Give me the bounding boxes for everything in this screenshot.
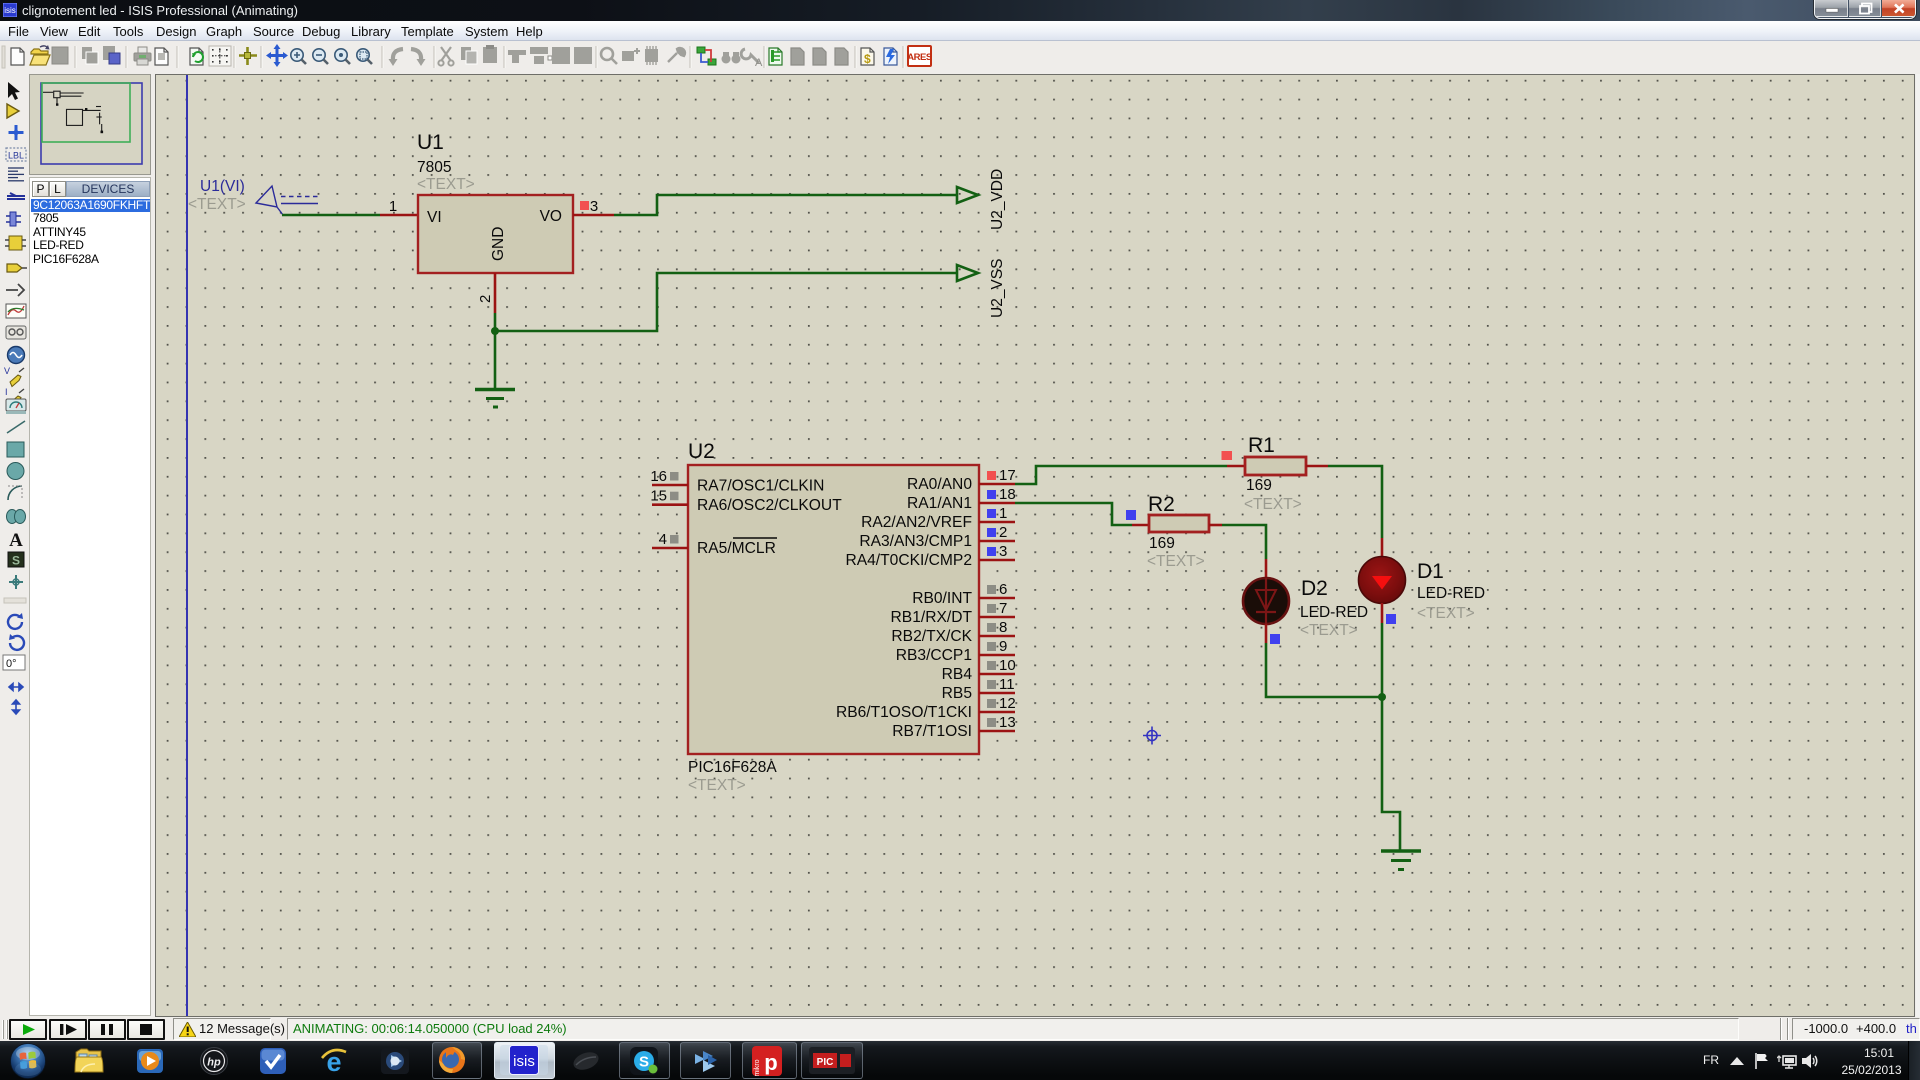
svg-text:V: V bbox=[4, 366, 10, 376]
svg-text:<TEXT>: <TEXT> bbox=[188, 196, 246, 213]
svg-text:VO: VO bbox=[540, 208, 562, 225]
svg-text:7: 7 bbox=[999, 600, 1007, 617]
svg-text:16: 16 bbox=[650, 468, 667, 485]
svg-text:U1(VI): U1(VI) bbox=[200, 178, 245, 195]
svg-text:12: 12 bbox=[999, 695, 1016, 712]
svg-text:RA6/OSC2/CLKOUT: RA6/OSC2/CLKOUT bbox=[697, 497, 842, 514]
svg-text:10: 10 bbox=[999, 657, 1016, 674]
svg-text:R2: R2 bbox=[1148, 493, 1175, 516]
svg-text:U1: U1 bbox=[417, 131, 444, 154]
svg-text:U2: U2 bbox=[688, 440, 715, 463]
svg-text:RB2/TX/CK: RB2/TX/CK bbox=[891, 628, 972, 645]
svg-text:2: 2 bbox=[477, 295, 494, 303]
svg-text:A: A bbox=[9, 530, 23, 551]
svg-text:8: 8 bbox=[999, 619, 1007, 636]
svg-text:RA1/AN1: RA1/AN1 bbox=[907, 495, 972, 512]
svg-text:15: 15 bbox=[650, 488, 667, 505]
svg-text:RB1/RX/DT: RB1/RX/DT bbox=[891, 609, 973, 626]
svg-text:U2_VDD: U2_VDD bbox=[989, 169, 1006, 230]
svg-text:PIC16F628A: PIC16F628A bbox=[688, 759, 777, 776]
svg-text:R1: R1 bbox=[1248, 434, 1275, 457]
svg-text:RA0/AN0: RA0/AN0 bbox=[907, 476, 972, 493]
svg-text:D1: D1 bbox=[1417, 560, 1444, 583]
svg-text:<TEXT>: <TEXT> bbox=[1147, 553, 1205, 570]
svg-text:ARES: ARES bbox=[907, 52, 932, 63]
svg-text:7805: 7805 bbox=[417, 159, 451, 176]
svg-text:1: 1 bbox=[999, 505, 1007, 522]
svg-text:RB6/T1OSO/T1CKI: RB6/T1OSO/T1CKI bbox=[836, 704, 972, 721]
svg-text:hp: hp bbox=[207, 1057, 221, 1069]
svg-text:isis: isis bbox=[4, 6, 16, 15]
svg-text:9: 9 bbox=[999, 638, 1007, 655]
svg-text:S: S bbox=[12, 554, 20, 568]
svg-text:RA4/T0CKI/CMP2: RA4/T0CKI/CMP2 bbox=[845, 552, 972, 569]
svg-text:RA7/OSC1/CLKIN: RA7/OSC1/CLKIN bbox=[697, 478, 824, 495]
svg-text:LED-RED: LED-RED bbox=[1300, 604, 1368, 621]
svg-text:13: 13 bbox=[999, 714, 1016, 731]
svg-text:169: 169 bbox=[1149, 535, 1175, 552]
svg-text:D2: D2 bbox=[1301, 577, 1328, 600]
svg-text:<TEXT>: <TEXT> bbox=[1244, 496, 1302, 513]
svg-text:RB7/T1OSI: RB7/T1OSI bbox=[892, 723, 972, 740]
svg-text:LED-RED: LED-RED bbox=[1417, 585, 1485, 602]
svg-text:1: 1 bbox=[389, 198, 397, 215]
svg-text:6: 6 bbox=[999, 581, 1007, 598]
svg-text:2: 2 bbox=[999, 524, 1007, 541]
svg-text:mikro: mikro bbox=[754, 1059, 761, 1076]
svg-text:<TEXT>: <TEXT> bbox=[1300, 622, 1358, 639]
svg-text:RB4: RB4 bbox=[942, 666, 973, 683]
svg-text:isis: isis bbox=[513, 1053, 535, 1070]
svg-text:LBL: LBL bbox=[8, 151, 24, 161]
svg-text:<TEXT>: <TEXT> bbox=[417, 176, 475, 193]
svg-text:RA5/MCLR: RA5/MCLR bbox=[697, 540, 776, 557]
svg-text:RA2/AN2/VREF: RA2/AN2/VREF bbox=[861, 514, 972, 531]
svg-text:PIC: PIC bbox=[817, 1057, 834, 1068]
svg-text:RA3/AN3/CMP1: RA3/AN3/CMP1 bbox=[859, 533, 972, 550]
svg-text:p: p bbox=[764, 1050, 777, 1075]
svg-text:169: 169 bbox=[1246, 477, 1272, 494]
svg-text:GND: GND bbox=[490, 227, 507, 261]
svg-text:3: 3 bbox=[590, 198, 598, 215]
svg-text:4: 4 bbox=[659, 531, 667, 548]
svg-text:<TEXT>: <TEXT> bbox=[688, 777, 746, 794]
svg-text:3: 3 bbox=[999, 543, 1007, 560]
svg-text:VI: VI bbox=[427, 209, 442, 226]
svg-text:$: $ bbox=[864, 52, 871, 66]
svg-text:17: 17 bbox=[999, 467, 1016, 484]
svg-text:11: 11 bbox=[999, 676, 1015, 693]
svg-text:I: I bbox=[5, 387, 8, 397]
svg-text:S: S bbox=[639, 1054, 649, 1071]
svg-text:18: 18 bbox=[999, 486, 1016, 503]
svg-text:RB0/INT: RB0/INT bbox=[912, 590, 972, 607]
svg-text:0°: 0° bbox=[6, 658, 17, 670]
svg-text:A: A bbox=[755, 57, 763, 69]
svg-text:RB3/CCP1: RB3/CCP1 bbox=[896, 647, 972, 664]
svg-text:<TEXT>: <TEXT> bbox=[1417, 605, 1475, 622]
svg-text:U2_VSS: U2_VSS bbox=[989, 259, 1006, 318]
svg-text:RB5: RB5 bbox=[942, 685, 973, 702]
